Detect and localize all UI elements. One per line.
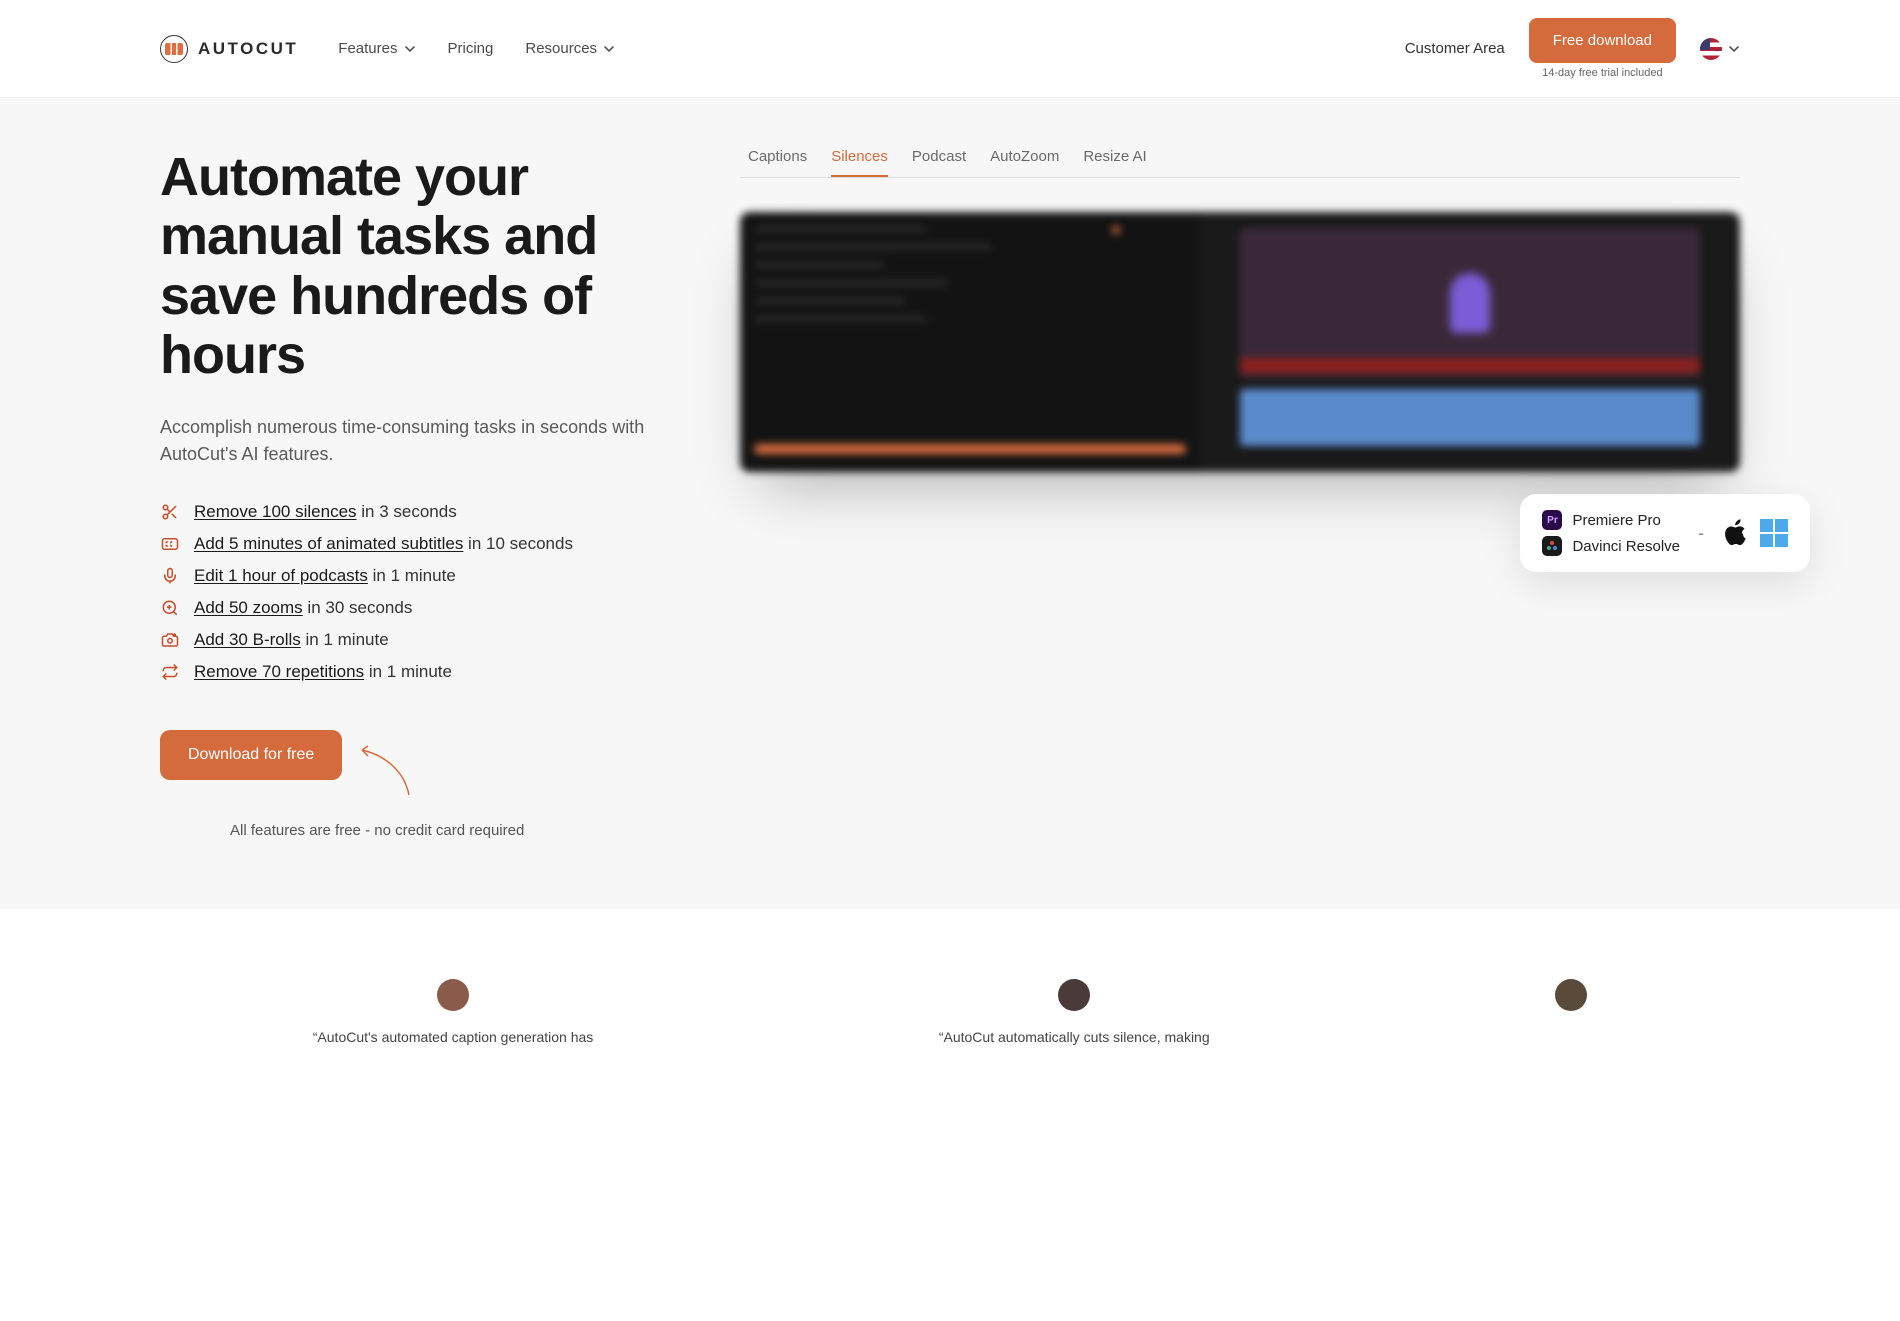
platform-label: Premiere Pro (1572, 512, 1660, 529)
free-download-button[interactable]: Free download (1529, 18, 1676, 63)
os-icons (1722, 518, 1788, 548)
chevron-down-icon (603, 43, 615, 55)
dash-separator: - (1698, 523, 1704, 544)
testimonial-3 (1555, 979, 1587, 1048)
nav-features[interactable]: Features (338, 40, 415, 57)
testimonial-text: “AutoCut's automated caption generation … (313, 1027, 594, 1048)
us-flag-icon (1700, 38, 1722, 60)
arrow-curve-icon (354, 740, 418, 800)
testimonials-section: “AutoCut's automated caption generation … (0, 909, 1900, 1048)
feature-brolls: Add 30 B-rolls in 1 minute (160, 630, 680, 650)
feature-repetitions: Remove 70 repetitions in 1 minute (160, 662, 680, 682)
nav-resources[interactable]: Resources (525, 40, 615, 57)
platform-list: Pr Premiere Pro Davinci Resolve (1542, 510, 1680, 556)
avatar (1555, 979, 1587, 1011)
chevron-down-icon (404, 43, 416, 55)
tab-resize-ai[interactable]: Resize AI (1083, 148, 1146, 177)
feature-link[interactable]: Remove 70 repetitions (194, 662, 364, 681)
tab-autozoom[interactable]: AutoZoom (990, 148, 1059, 177)
hero-title: Automate your manual tasks and save hund… (160, 148, 680, 386)
trial-note: 14-day free trial included (1542, 67, 1662, 79)
nav-resources-label: Resources (525, 40, 597, 57)
logo-icon (160, 35, 188, 63)
feature-suffix: in 30 seconds (303, 598, 413, 617)
tab-podcast[interactable]: Podcast (912, 148, 966, 177)
scissors-icon (160, 502, 180, 522)
camera-plus-icon (160, 630, 180, 650)
nav-features-label: Features (338, 40, 397, 57)
avatar (437, 979, 469, 1011)
feature-silences: Remove 100 silences in 3 seconds (160, 502, 680, 522)
nav: Features Pricing Resources (338, 40, 615, 57)
windows-icon (1760, 519, 1788, 547)
download-wrap: Free download 14-day free trial included (1529, 18, 1676, 79)
feature-suffix: in 1 minute (364, 662, 452, 681)
avatar (1058, 979, 1090, 1011)
davinci-resolve-icon (1542, 536, 1562, 556)
feature-link[interactable]: Add 50 zooms (194, 598, 303, 617)
tab-silences[interactable]: Silences (831, 148, 888, 177)
nav-pricing[interactable]: Pricing (448, 40, 494, 57)
feature-suffix: in 3 seconds (357, 502, 457, 521)
testimonial-text: “AutoCut automatically cuts silence, mak… (939, 1027, 1210, 1048)
feature-subtitles: Add 5 minutes of animated subtitles in 1… (160, 534, 680, 554)
preview-image (740, 212, 1740, 472)
feature-suffix: in 1 minute (301, 630, 389, 649)
zoom-in-icon (160, 598, 180, 618)
feature-link[interactable]: Remove 100 silences (194, 502, 357, 521)
hero-section: Automate your manual tasks and save hund… (0, 98, 1900, 909)
cta-note: All features are free - no credit card r… (230, 822, 680, 839)
preview-wrap: Pr Premiere Pro Davinci Resolve - (740, 212, 1740, 472)
cta-row: Download for free (160, 730, 680, 800)
hero-subtitle: Accomplish numerous time-consuming tasks… (160, 414, 680, 468)
premiere-pro-icon: Pr (1542, 510, 1562, 530)
logo[interactable]: AUTOCUT (160, 35, 298, 63)
feature-zooms: Add 50 zooms in 30 seconds (160, 598, 680, 618)
testimonial-1: “AutoCut's automated caption generation … (313, 979, 594, 1048)
feature-link[interactable]: Add 5 minutes of animated subtitles (194, 534, 463, 553)
customer-area-link[interactable]: Customer Area (1405, 40, 1505, 57)
download-for-free-button[interactable]: Download for free (160, 730, 342, 780)
repeat-icon (160, 662, 180, 682)
cc-icon (160, 534, 180, 554)
platform-premiere: Pr Premiere Pro (1542, 510, 1680, 530)
feature-list: Remove 100 silences in 3 seconds Add 5 m… (160, 502, 680, 682)
testimonial-2: “AutoCut automatically cuts silence, mak… (939, 979, 1210, 1048)
feature-suffix: in 10 seconds (463, 534, 573, 553)
hero-left: Automate your manual tasks and save hund… (160, 148, 680, 839)
apple-icon (1722, 518, 1750, 548)
nav-pricing-label: Pricing (448, 40, 494, 57)
header: AUTOCUT Features Pricing Resources Custo… (0, 0, 1900, 98)
feature-tabs: Captions Silences Podcast AutoZoom Resiz… (740, 148, 1740, 178)
header-left: AUTOCUT Features Pricing Resources (160, 35, 615, 63)
platform-davinci: Davinci Resolve (1542, 536, 1680, 556)
feature-link[interactable]: Add 30 B-rolls (194, 630, 301, 649)
feature-podcasts: Edit 1 hour of podcasts in 1 minute (160, 566, 680, 586)
header-right: Customer Area Free download 14-day free … (1405, 18, 1740, 79)
feature-suffix: in 1 minute (368, 566, 456, 585)
platforms-badge: Pr Premiere Pro Davinci Resolve - (1520, 494, 1810, 572)
mic-icon (160, 566, 180, 586)
logo-text: AUTOCUT (198, 39, 298, 59)
feature-link[interactable]: Edit 1 hour of podcasts (194, 566, 368, 585)
hero-right: Captions Silences Podcast AutoZoom Resiz… (740, 148, 1740, 839)
language-switcher[interactable] (1700, 38, 1740, 60)
platform-label: Davinci Resolve (1572, 538, 1680, 555)
chevron-down-icon (1728, 43, 1740, 55)
tab-captions[interactable]: Captions (748, 148, 807, 177)
